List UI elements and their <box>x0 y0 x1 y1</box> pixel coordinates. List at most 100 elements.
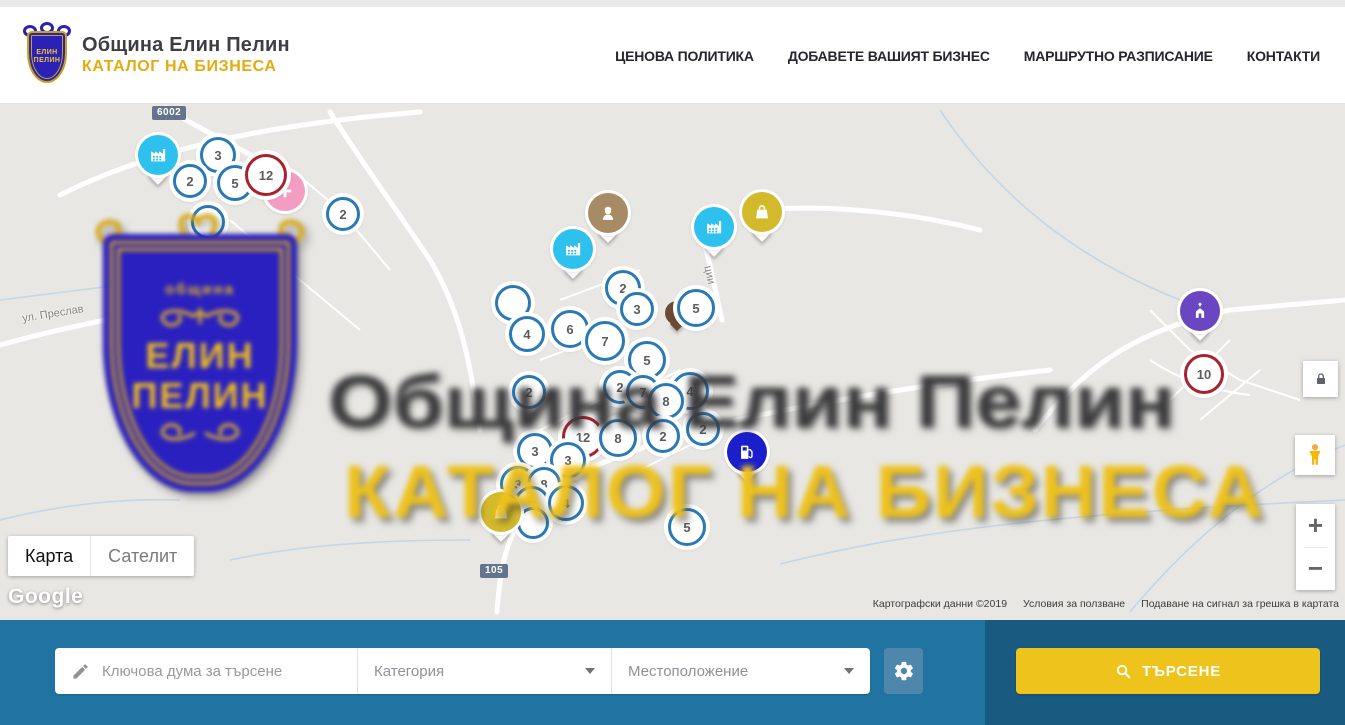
cluster-count: 6 <box>566 322 573 337</box>
cluster-count: 2 <box>525 385 532 400</box>
location-dropdown[interactable]: Местоположение <box>612 648 870 694</box>
chevron-down-icon <box>844 668 854 674</box>
crest-name: ЕЛИН ПЕЛИН <box>34 49 61 65</box>
factory-icon <box>694 207 734 247</box>
browser-top-strip <box>0 0 1345 7</box>
cluster-count: 10 <box>1197 367 1211 382</box>
cluster-marker[interactable]: 3 <box>620 292 654 326</box>
search-panel: Категория Местоположение ТЪРСЕНЕ <box>0 620 1345 725</box>
cluster-marker[interactable]: 2 <box>512 375 546 409</box>
cluster-marker[interactable]: 2 <box>173 164 207 198</box>
category-dropdown[interactable]: Категория <box>358 648 612 694</box>
site-header: ЕЛИН ПЕЛИН Община Елин Пелин КАТАЛОГ НА … <box>0 7 1345 104</box>
attribution-terms-link[interactable]: Условия за ползване <box>1023 598 1125 610</box>
lock-icon <box>1313 371 1329 387</box>
cluster-count: 3 <box>633 302 640 317</box>
nav-item-pricing[interactable]: ЦЕНОВА ПОЛИТИКА <box>615 48 754 64</box>
cluster-count: 5 <box>231 176 238 191</box>
factory-pin[interactable] <box>138 135 178 175</box>
nav-item-add-business[interactable]: ДОБАВЕТЕ ВАШИЯТ БИЗНЕС <box>788 48 990 64</box>
zoom-control: + − <box>1296 504 1335 590</box>
factory-pin[interactable] <box>694 207 734 247</box>
map-attribution: Картографски данни ©2019 Условия за полз… <box>873 598 1339 610</box>
search-icon <box>1115 663 1132 680</box>
main-nav: ЦЕНОВА ПОЛИТИКА ДОБАВЕТЕ ВАШИЯТ БИЗНЕС М… <box>615 7 1320 104</box>
bag-pin[interactable] <box>742 192 782 232</box>
cluster-marker[interactable]: 7 <box>585 321 625 361</box>
site-logo[interactable]: ЕЛИН ПЕЛИН Община Елин Пелин КАТАЛОГ НА … <box>24 25 290 85</box>
church-icon <box>1180 291 1220 331</box>
fuel-pin[interactable] <box>727 432 767 472</box>
cluster-marker[interactable]: 4 <box>509 316 545 352</box>
worker-pin[interactable] <box>588 193 628 233</box>
cluster-marker[interactable]: 3 <box>517 433 553 469</box>
keyword-search-input[interactable] <box>102 663 342 680</box>
attribution-copyright: Картографски данни ©2019 <box>873 598 1007 610</box>
nav-item-route-schedule[interactable]: МАРШРУТНО РАЗПИСАНИЕ <box>1024 48 1213 64</box>
search-button[interactable]: ТЪРСЕНЕ <box>1016 648 1320 694</box>
cluster-marker[interactable]: 2 <box>686 412 720 446</box>
cluster-marker[interactable] <box>517 507 549 539</box>
cluster-marker[interactable]: 12 <box>245 154 287 196</box>
attribution-report-link[interactable]: Подаване на сигнал за грешка в картата <box>1141 598 1339 610</box>
advanced-settings-button[interactable] <box>884 648 923 694</box>
cluster-count: 2 <box>339 207 346 222</box>
cluster-count: 8 <box>614 431 621 446</box>
factory-icon <box>138 135 178 175</box>
cluster-count: 5 <box>643 353 650 368</box>
road-number-badge: 6002 <box>152 106 186 120</box>
cluster-marker[interactable]: 5 <box>628 341 666 379</box>
cluster-count: 2 <box>659 429 666 444</box>
cluster-marker[interactable]: 10 <box>1184 354 1224 394</box>
cluster-count: 2 <box>616 380 623 395</box>
cluster-count: 7 <box>601 334 608 349</box>
site-title: Община Елин Пелин <box>82 34 290 57</box>
cluster-count: 5 <box>683 520 690 535</box>
gear-icon <box>893 660 915 682</box>
cluster-marker[interactable]: 2 <box>646 419 680 453</box>
cluster-marker[interactable]: 5 <box>668 508 706 546</box>
cluster-count: 12 <box>576 430 590 445</box>
cluster-count: 12 <box>259 168 273 183</box>
cluster-marker[interactable]: 6 <box>551 310 589 348</box>
bag-icon <box>481 492 521 532</box>
pegman-button[interactable] <box>1295 435 1335 475</box>
factory-pin[interactable] <box>553 229 593 269</box>
map-type-map-button[interactable]: Карта <box>8 536 90 576</box>
keyword-section <box>55 648 358 694</box>
zoom-out-button[interactable]: − <box>1296 548 1335 591</box>
road-number-badge: 105 <box>480 564 508 578</box>
cluster-marker[interactable]: 4 <box>548 485 584 521</box>
chevron-down-icon <box>585 668 595 674</box>
fuel-icon <box>727 432 767 472</box>
cluster-count: 2 <box>699 422 706 437</box>
search-bar: Категория Местоположение <box>55 648 870 694</box>
nav-item-contacts[interactable]: КОНТАКТИ <box>1247 48 1320 64</box>
site-subtitle: КАТАЛОГ НА БИЗНЕСА <box>82 58 290 76</box>
church-pin[interactable] <box>1180 291 1220 331</box>
cluster-count: 2 <box>186 174 193 189</box>
google-logo[interactable]: Google <box>8 585 83 609</box>
cluster-marker[interactable] <box>191 205 225 239</box>
map-type-control: Карта Сателит <box>8 536 194 576</box>
municipality-crest-icon: ЕЛИН ПЕЛИН <box>24 25 70 85</box>
cluster-count: 3 <box>564 453 571 468</box>
pegman-icon <box>1302 442 1328 468</box>
cluster-count: 4 <box>562 496 569 511</box>
pencil-icon <box>71 662 90 681</box>
zoom-in-button[interactable]: + <box>1296 504 1335 547</box>
cluster-count: 3 <box>214 148 221 163</box>
bag-icon <box>742 192 782 232</box>
cluster-count: 2 <box>619 281 626 296</box>
cluster-marker[interactable]: 8 <box>599 419 637 457</box>
cluster-count: 7 <box>639 385 646 400</box>
cluster-marker[interactable]: 5 <box>677 289 715 327</box>
map-canvas[interactable]: 6002105ул. Преславбул. „Новоселции 32512… <box>0 104 1345 620</box>
cluster-count: 4 <box>686 384 693 399</box>
cluster-count: 4 <box>523 327 530 342</box>
cluster-marker[interactable]: 8 <box>648 383 684 419</box>
bag-pin[interactable] <box>481 492 521 532</box>
lock-button[interactable] <box>1303 361 1338 397</box>
cluster-marker[interactable]: 2 <box>326 197 360 231</box>
map-type-satellite-button[interactable]: Сателит <box>90 536 194 576</box>
